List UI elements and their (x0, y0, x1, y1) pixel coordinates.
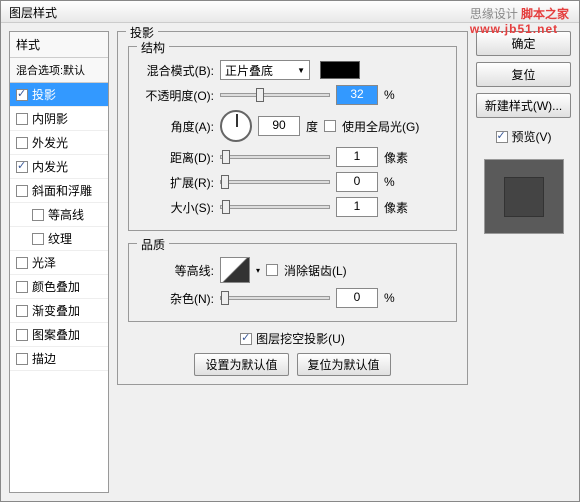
noise-slider[interactable] (220, 296, 330, 300)
layer-style-dialog: 图层样式 思缘设计 脚本之家 www.jb51.net 样式 混合选项:默认 投… (0, 0, 580, 502)
sidebar-blend-options[interactable]: 混合选项:默认 (10, 58, 108, 83)
set-default-button[interactable]: 设置为默认值 (194, 353, 288, 376)
style-checkbox[interactable] (16, 329, 28, 341)
angle-dial[interactable] (220, 110, 252, 142)
global-light-label: 使用全局光(G) (342, 118, 419, 135)
sidebar-item-3[interactable]: 内发光 (10, 155, 108, 179)
preview-box (484, 159, 564, 234)
style-item-label: 内阴影 (32, 110, 68, 127)
preview-checkbox[interactable] (496, 131, 508, 143)
style-item-label: 光泽 (32, 254, 56, 271)
angle-label: 角度(A): (139, 118, 214, 135)
sidebar-header: 样式 (10, 32, 108, 58)
style-item-label: 描边 (32, 350, 56, 367)
contour-picker[interactable] (220, 257, 250, 283)
structure-group: 结构 混合模式(B): 正片叠底▼ 不透明度(O): 32 % 角度(A): (128, 46, 457, 231)
style-item-label: 图案叠加 (32, 326, 80, 343)
dialog-title: 图层样式 (9, 6, 57, 20)
style-checkbox[interactable] (16, 89, 28, 101)
antialias-label: 消除锯齿(L) (284, 262, 347, 279)
chevron-down-icon: ▼ (297, 66, 305, 75)
style-checkbox[interactable] (16, 113, 28, 125)
reset-default-button[interactable]: 复位为默认值 (297, 353, 391, 376)
global-light-checkbox[interactable] (324, 120, 336, 132)
sidebar-item-4[interactable]: 斜面和浮雕 (10, 179, 108, 203)
antialias-checkbox[interactable] (266, 264, 278, 276)
opacity-label: 不透明度(O): (139, 87, 214, 104)
style-checkbox[interactable] (32, 233, 44, 245)
chevron-down-icon[interactable]: ▾ (256, 266, 260, 275)
sidebar-item-2[interactable]: 外发光 (10, 131, 108, 155)
style-item-label: 内发光 (32, 158, 68, 175)
opacity-input[interactable]: 32 (336, 85, 378, 105)
cancel-button[interactable]: 复位 (476, 62, 571, 87)
angle-input[interactable]: 90 (258, 116, 300, 136)
spread-slider[interactable] (220, 180, 330, 184)
size-label: 大小(S): (139, 199, 214, 216)
style-item-label: 外发光 (32, 134, 68, 151)
blend-mode-label: 混合模式(B): (139, 62, 214, 79)
style-item-label: 颜色叠加 (32, 278, 80, 295)
style-checkbox[interactable] (16, 161, 28, 173)
new-style-button[interactable]: 新建样式(W)... (476, 93, 571, 118)
spread-label: 扩展(R): (139, 174, 214, 191)
style-sidebar: 样式 混合选项:默认 投影内阴影外发光内发光斜面和浮雕等高线纹理光泽颜色叠加渐变… (9, 31, 109, 493)
preview-label: 预览(V) (512, 128, 552, 145)
sidebar-item-9[interactable]: 渐变叠加 (10, 299, 108, 323)
quality-title: 品质 (137, 236, 169, 253)
distance-input[interactable]: 1 (336, 147, 378, 167)
structure-title: 结构 (137, 39, 169, 56)
preview-swatch (504, 177, 544, 217)
style-item-label: 斜面和浮雕 (32, 182, 92, 199)
sidebar-item-10[interactable]: 图案叠加 (10, 323, 108, 347)
style-item-label: 纹理 (48, 230, 72, 247)
size-input[interactable]: 1 (336, 197, 378, 217)
sidebar-item-7[interactable]: 光泽 (10, 251, 108, 275)
style-checkbox[interactable] (32, 209, 44, 221)
sidebar-item-1[interactable]: 内阴影 (10, 107, 108, 131)
style-item-label: 渐变叠加 (32, 302, 80, 319)
style-checkbox[interactable] (16, 137, 28, 149)
style-checkbox[interactable] (16, 281, 28, 293)
distance-label: 距离(D): (139, 149, 214, 166)
size-slider[interactable] (220, 205, 330, 209)
sidebar-item-6[interactable]: 纹理 (10, 227, 108, 251)
distance-slider[interactable] (220, 155, 330, 159)
style-checkbox[interactable] (16, 257, 28, 269)
style-checkbox[interactable] (16, 305, 28, 317)
sidebar-item-8[interactable]: 颜色叠加 (10, 275, 108, 299)
knockout-checkbox[interactable] (240, 333, 252, 345)
sidebar-item-11[interactable]: 描边 (10, 347, 108, 371)
contour-label: 等高线: (139, 262, 214, 279)
opacity-slider[interactable] (220, 93, 330, 97)
style-item-label: 等高线 (48, 206, 84, 223)
style-item-label: 投影 (32, 86, 56, 103)
shadow-color-swatch[interactable] (320, 61, 360, 79)
quality-group: 品质 等高线: ▾ 消除锯齿(L) 杂色(N): 0 % (128, 243, 457, 322)
knockout-label: 图层挖空投影(U) (256, 330, 345, 347)
style-checkbox[interactable] (16, 185, 28, 197)
style-checkbox[interactable] (16, 353, 28, 365)
effect-panel: 投影 结构 混合模式(B): 正片叠底▼ 不透明度(O): 32 % (117, 31, 468, 385)
noise-label: 杂色(N): (139, 290, 214, 307)
watermark: 思缘设计 脚本之家 www.jb51.net (470, 5, 569, 36)
noise-input[interactable]: 0 (336, 288, 378, 308)
sidebar-item-0[interactable]: 投影 (10, 83, 108, 107)
blend-mode-select[interactable]: 正片叠底▼ (220, 60, 310, 80)
sidebar-item-5[interactable]: 等高线 (10, 203, 108, 227)
spread-input[interactable]: 0 (336, 172, 378, 192)
